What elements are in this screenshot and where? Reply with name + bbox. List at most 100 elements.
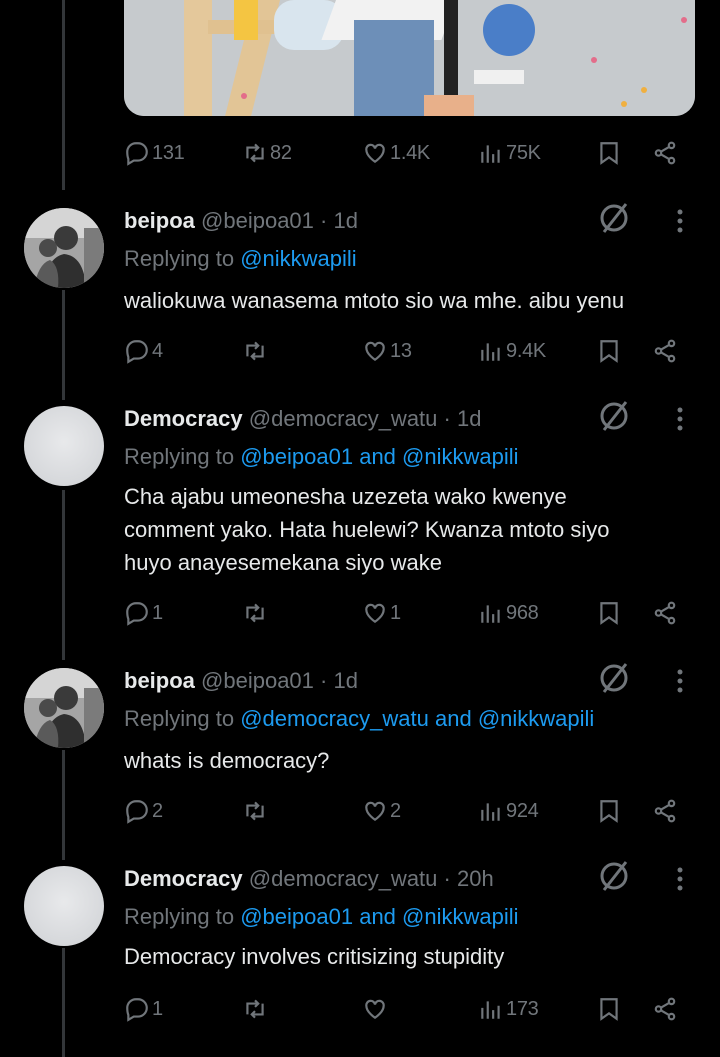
views-count: 924 bbox=[506, 799, 539, 822]
repost-icon bbox=[246, 801, 264, 821]
mention-link[interactable]: @nikkwapili bbox=[240, 246, 356, 271]
views-button[interactable]: 173 bbox=[478, 992, 539, 1026]
mention-link[interactable]: @democracy_watu bbox=[240, 706, 429, 731]
reply-button[interactable]: 131 bbox=[124, 136, 185, 170]
timestamp[interactable]: · 20h bbox=[444, 866, 494, 891]
repost-count: 82 bbox=[270, 141, 292, 164]
user-handle[interactable]: @democracy_watu bbox=[249, 406, 438, 431]
more-button[interactable] bbox=[668, 206, 692, 236]
views-button[interactable]: 968 bbox=[478, 596, 539, 630]
bookmark-button[interactable] bbox=[596, 992, 622, 1026]
grok-button[interactable] bbox=[596, 660, 632, 696]
share-icon bbox=[654, 799, 676, 823]
reply-count: 4 bbox=[152, 339, 163, 362]
share-button[interactable] bbox=[652, 992, 678, 1026]
like-button[interactable]: 1.4K bbox=[362, 136, 430, 170]
tweet-text-line: whats is democracy? bbox=[124, 748, 330, 773]
like-button[interactable] bbox=[362, 992, 390, 1026]
grok-button[interactable] bbox=[596, 200, 632, 236]
replying-and: and bbox=[434, 706, 472, 731]
like-icon bbox=[365, 801, 385, 821]
bookmark-icon bbox=[600, 142, 618, 165]
bookmark-button[interactable] bbox=[596, 596, 622, 630]
bookmark-button[interactable] bbox=[596, 794, 622, 828]
timestamp[interactable]: · 1d bbox=[444, 406, 482, 431]
more-button[interactable] bbox=[668, 864, 692, 894]
bookmark-icon bbox=[600, 340, 618, 363]
avatar[interactable] bbox=[24, 866, 104, 946]
display-name[interactable]: beipoa bbox=[124, 668, 195, 693]
bookmark-button[interactable] bbox=[596, 334, 622, 368]
display-name[interactable]: Democracy bbox=[124, 866, 243, 891]
repost-button[interactable] bbox=[242, 992, 270, 1026]
like-count: 13 bbox=[390, 339, 412, 362]
reply-icon bbox=[126, 998, 148, 1022]
bookmark-button[interactable] bbox=[596, 136, 622, 170]
views-icon bbox=[481, 803, 500, 821]
tweet-media-image[interactable] bbox=[124, 0, 695, 116]
grok-icon bbox=[600, 663, 628, 693]
reply-icon bbox=[126, 142, 148, 166]
mention-link[interactable]: @nikkwapili bbox=[402, 904, 518, 929]
like-button[interactable]: 2 bbox=[362, 794, 401, 828]
grok-button[interactable] bbox=[596, 398, 632, 434]
timestamp[interactable]: · 1d bbox=[320, 668, 358, 693]
more-button[interactable] bbox=[668, 666, 692, 696]
repost-button[interactable]: 82 bbox=[242, 136, 292, 170]
like-button[interactable]: 13 bbox=[362, 334, 412, 368]
more-button[interactable] bbox=[668, 404, 692, 434]
user-handle[interactable]: @beipoa01 bbox=[201, 208, 314, 233]
tweet-text: waliokuwa wanasema mtoto sio wa mhe. aib… bbox=[124, 284, 684, 317]
user-handle[interactable]: @democracy_watu bbox=[249, 866, 438, 891]
views-button[interactable]: 75K bbox=[478, 136, 541, 170]
tweet-text-line: Cha ajabu umeonesha uzezeta wako kwenye bbox=[124, 484, 567, 509]
avatar-photo bbox=[24, 208, 104, 288]
like-icon bbox=[365, 999, 385, 1019]
share-button[interactable] bbox=[652, 794, 678, 828]
like-button[interactable]: 1 bbox=[362, 596, 401, 630]
tweet-text-line: Democracy involves critisizing stupidity bbox=[124, 944, 505, 969]
thread-line bbox=[62, 490, 65, 660]
mention-link[interactable]: @beipoa01 bbox=[240, 444, 353, 469]
reply-button[interactable]: 4 bbox=[124, 334, 163, 368]
mention-link[interactable]: @nikkwapili bbox=[402, 444, 518, 469]
mention-link[interactable]: @nikkwapili bbox=[478, 706, 594, 731]
thread-line bbox=[62, 290, 65, 400]
avatar[interactable] bbox=[24, 406, 104, 486]
views-icon bbox=[481, 1001, 500, 1019]
replying-prefix: Replying to bbox=[124, 706, 235, 731]
share-button[interactable] bbox=[652, 136, 678, 170]
reply-button[interactable]: 1 bbox=[124, 992, 163, 1026]
repost-icon bbox=[246, 603, 264, 623]
grok-icon bbox=[600, 401, 628, 431]
reply-button[interactable]: 1 bbox=[124, 596, 163, 630]
reply-button[interactable]: 2 bbox=[124, 794, 163, 828]
views-count: 75K bbox=[506, 141, 541, 164]
replying-to: Replying to @nikkwapili bbox=[124, 246, 357, 272]
display-name[interactable]: Democracy bbox=[124, 406, 243, 431]
repost-button[interactable] bbox=[242, 596, 270, 630]
avatar[interactable] bbox=[24, 208, 104, 288]
grok-button[interactable] bbox=[596, 858, 632, 894]
replying-to: Replying to @beipoa01 and @nikkwapili bbox=[124, 904, 519, 930]
like-icon bbox=[365, 603, 385, 623]
views-icon bbox=[481, 605, 500, 623]
bookmark-icon bbox=[600, 800, 618, 823]
mention-link[interactable]: @beipoa01 bbox=[240, 904, 353, 929]
action-bar: 1 173 bbox=[124, 992, 684, 1026]
timestamp[interactable]: · 1d bbox=[320, 208, 358, 233]
user-handle[interactable]: @beipoa01 bbox=[201, 668, 314, 693]
repost-button[interactable] bbox=[242, 794, 270, 828]
tweet-text-line: huyo anayesemekana siyo wake bbox=[124, 550, 442, 575]
share-button[interactable] bbox=[652, 596, 678, 630]
tweet-header: Democracy @democracy_watu · 20h bbox=[124, 866, 494, 892]
repost-button[interactable] bbox=[242, 334, 270, 368]
views-button[interactable]: 924 bbox=[478, 794, 539, 828]
display-name[interactable]: beipoa bbox=[124, 208, 195, 233]
bookmark-icon bbox=[600, 998, 618, 1021]
more-icon bbox=[677, 669, 683, 693]
avatar[interactable] bbox=[24, 668, 104, 748]
views-button[interactable]: 9.4K bbox=[478, 334, 546, 368]
share-button[interactable] bbox=[652, 334, 678, 368]
action-bar: 131 82 1.4K 75K bbox=[124, 136, 684, 170]
